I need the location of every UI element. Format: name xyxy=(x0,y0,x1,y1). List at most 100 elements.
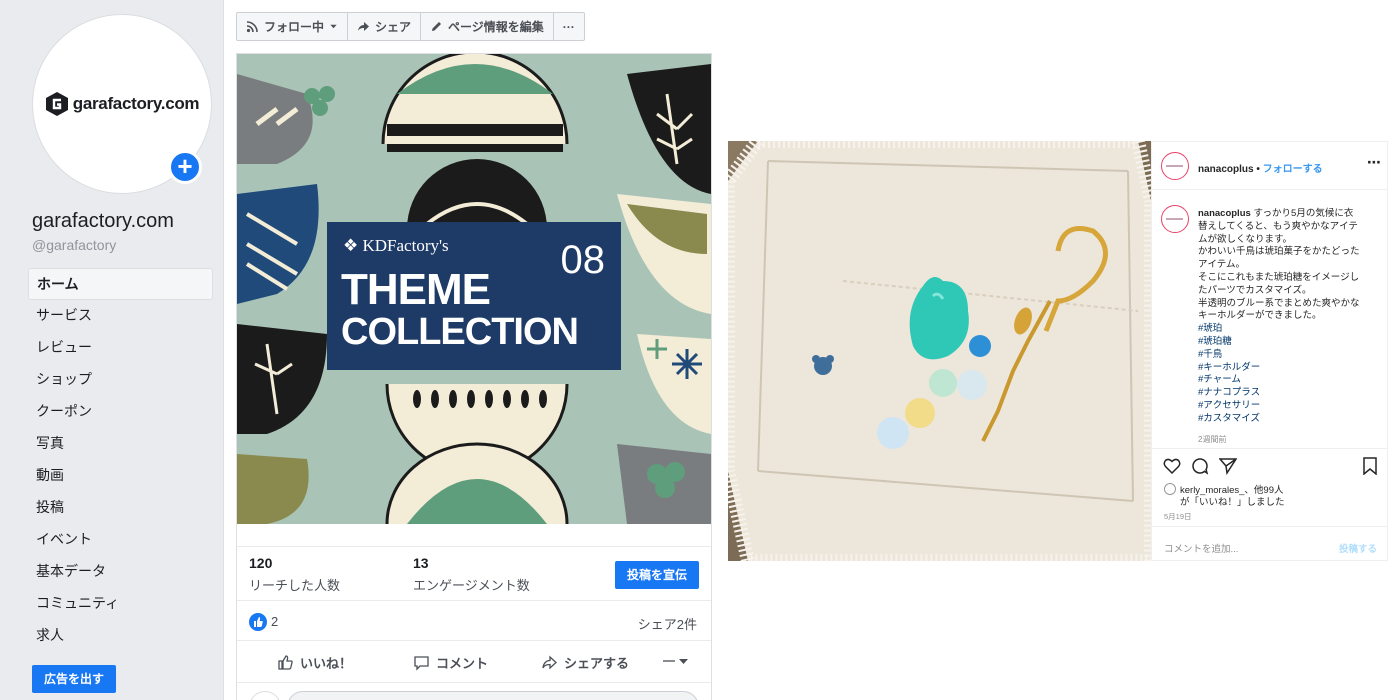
nav-item-reviews[interactable]: レビュー xyxy=(28,332,213,364)
comment-button-label: コメント xyxy=(436,656,489,671)
nav-item-events[interactable]: イベント xyxy=(28,524,213,556)
garafactory-logo-icon xyxy=(45,92,68,116)
caption-username[interactable]: nanacoplus xyxy=(1198,208,1251,219)
nav-item-services[interactable]: サービス xyxy=(28,300,213,332)
post-comment-button[interactable]: 投稿する xyxy=(1339,541,1377,555)
bookmark-icon[interactable] xyxy=(1361,457,1379,475)
theme-collection-banner: ❖ KDFactory's 08 THEME COLLECTION xyxy=(327,222,621,370)
page-handle[interactable]: @garafactory xyxy=(32,237,116,253)
hashtag-link[interactable]: #琥珀糖 xyxy=(1198,336,1380,349)
instagram-avatar[interactable] xyxy=(1161,152,1189,180)
comment-icon[interactable] xyxy=(1191,457,1209,475)
nav-item-videos[interactable]: 動画 xyxy=(28,460,213,492)
instagram-username-line: nanacoplus • フォローする xyxy=(1198,164,1323,175)
facebook-main: フォロー中 シェア ページ情報を編集 ··· ❖ KDFactory's 08 … xyxy=(224,0,720,700)
engagement-label: エンゲージメント数 xyxy=(413,578,530,593)
caption-line-2: 替えしてくると、もう爽やかなアイテ xyxy=(1198,220,1358,232)
pencil-icon xyxy=(432,22,442,31)
caption-line-1: すっかり5月の気候に衣 xyxy=(1253,208,1354,219)
page-name[interactable]: garafactory.com xyxy=(32,210,174,233)
audience-caret-icon xyxy=(663,659,688,664)
caption-line-4: かわいい千鳥は琥珀菓子をかたどった xyxy=(1198,246,1360,258)
caption-line-9: キーホルダーができました。 xyxy=(1198,310,1322,322)
nav-item-coupons[interactable]: クーポン xyxy=(28,396,213,428)
share-page-label: シェア xyxy=(375,20,412,34)
kdfactory-brand-text: KDFactory's xyxy=(362,236,449,255)
caption-line-5: アイテム。 xyxy=(1198,259,1246,271)
add-profile-photo-button[interactable]: + xyxy=(168,150,202,184)
send-icon[interactable] xyxy=(1219,457,1237,475)
collection-number: 08 xyxy=(560,238,606,282)
hashtag-link[interactable]: #ナナコプラス xyxy=(1198,387,1380,400)
hashtag-link[interactable]: #キーホルダー xyxy=(1198,362,1380,375)
post-time-ago[interactable]: 2週間前 xyxy=(1198,434,1226,445)
share-post-label: シェアする xyxy=(564,656,630,671)
logo-text: garafactory.com xyxy=(72,94,200,113)
edit-page-info-button[interactable]: ページ情報を編集 xyxy=(421,13,554,40)
nav-item-home[interactable]: ホーム xyxy=(28,268,213,300)
engagement-count: 13 xyxy=(413,555,429,571)
reach-count: 120 xyxy=(249,555,273,571)
rss-icon xyxy=(246,21,258,33)
theme-title-line2: COLLECTION xyxy=(341,311,579,353)
post-insights: 120 リーチした人数 13 エンゲージメント数 投稿を宣伝 xyxy=(237,546,711,600)
thumbs-up-icon xyxy=(278,655,293,670)
nav-item-about[interactable]: 基本データ xyxy=(28,556,213,588)
share-arrow-icon xyxy=(358,22,370,31)
instagram-username[interactable]: nanacoplus xyxy=(1198,164,1254,175)
instagram-more-icon[interactable]: ⋯ xyxy=(1367,154,1381,171)
nav-item-photos[interactable]: 写真 xyxy=(28,428,213,460)
post-date[interactable]: 5月19日 xyxy=(1164,511,1192,522)
caret-down-icon xyxy=(330,24,337,29)
share-count[interactable]: シェア2件 xyxy=(638,614,697,633)
add-comment-input[interactable]: コメントを追加... xyxy=(1164,541,1238,555)
heart-icon[interactable] xyxy=(1163,457,1181,475)
instagram-follow-link[interactable]: フォローする xyxy=(1263,164,1323,175)
create-ad-button[interactable]: 広告を出す xyxy=(32,665,116,693)
caption-line-6: そこにこれもまた琥珀糖をイメージし xyxy=(1198,271,1360,283)
liker-avatar xyxy=(1164,483,1176,495)
hashtag-link[interactable]: #チャーム xyxy=(1198,374,1380,387)
caption-line-3: ムが欲しくなります。 xyxy=(1198,233,1293,245)
more-options-label: ··· xyxy=(562,19,575,34)
instagram-caption: nanacoplus すっかり5月の気候に衣 替えしてくると、もう爽やかなアイテ… xyxy=(1198,208,1380,426)
following-label: フォロー中 xyxy=(264,20,325,34)
post-image[interactable]: ❖ KDFactory's 08 THEME COLLECTION xyxy=(237,54,711,524)
hashtag-link[interactable]: #琥珀 xyxy=(1198,323,1380,336)
nav-item-community[interactable]: コミュニティ xyxy=(28,588,213,620)
like-button[interactable]: いいね！ xyxy=(277,653,352,672)
hashtag-link[interactable]: #カスタマイズ xyxy=(1198,413,1380,426)
instagram-comment-composer: コメントを追加... 投稿する xyxy=(1152,526,1388,562)
following-button[interactable]: フォロー中 xyxy=(237,13,349,40)
like-reaction-icon[interactable] xyxy=(249,613,267,631)
facebook-sidebar: garafactory.com + garafactory.com @garaf… xyxy=(0,0,224,700)
likes-user[interactable]: kerly_morales_、他99人 xyxy=(1180,485,1283,496)
audience-selector[interactable] xyxy=(661,653,691,670)
share-page-button[interactable]: シェア xyxy=(348,13,422,40)
caption-line-7: たパーツでカスタマイズ。 xyxy=(1198,284,1312,296)
theme-title-line1: THEME xyxy=(341,265,491,314)
kdfactory-brand: ❖ KDFactory's xyxy=(343,236,449,255)
nav-item-shop[interactable]: ショップ xyxy=(28,364,213,396)
hashtag-link[interactable]: #アクセサリー xyxy=(1198,400,1380,413)
nav-item-posts[interactable]: 投稿 xyxy=(28,492,213,524)
comment-button[interactable]: コメント xyxy=(413,653,488,672)
nav-item-jobs[interactable]: 求人 xyxy=(28,620,213,652)
like-button-label: いいね！ xyxy=(300,656,353,671)
page-nav: ホーム サービス レビュー ショップ クーポン 写真 動画 投稿 イベント 基本… xyxy=(28,268,213,652)
instagram-post-panel: nanacoplus • フォローする ⋯ nanacoplus すっかり5月の… xyxy=(1151,141,1388,561)
hashtag-link[interactable]: #千鳥 xyxy=(1198,349,1380,362)
instagram-header: nanacoplus • フォローする ⋯ xyxy=(1152,142,1388,190)
reaction-summary: 2 シェア2件 xyxy=(237,600,711,640)
commenter-avatar xyxy=(249,691,281,700)
share-post-button[interactable]: シェアする xyxy=(541,653,629,672)
comment-input[interactable] xyxy=(287,691,699,700)
caption-avatar[interactable] xyxy=(1161,205,1189,233)
more-options-button[interactable]: ··· xyxy=(554,13,584,40)
like-count[interactable]: 2 xyxy=(271,614,278,629)
instagram-photo[interactable] xyxy=(728,141,1151,561)
promote-post-button[interactable]: 投稿を宣伝 xyxy=(615,561,699,589)
post-card: ❖ KDFactory's 08 THEME COLLECTION 120 リー… xyxy=(236,53,712,700)
screen: garafactory.com + garafactory.com @garaf… xyxy=(0,0,1388,700)
share-icon xyxy=(542,655,557,670)
